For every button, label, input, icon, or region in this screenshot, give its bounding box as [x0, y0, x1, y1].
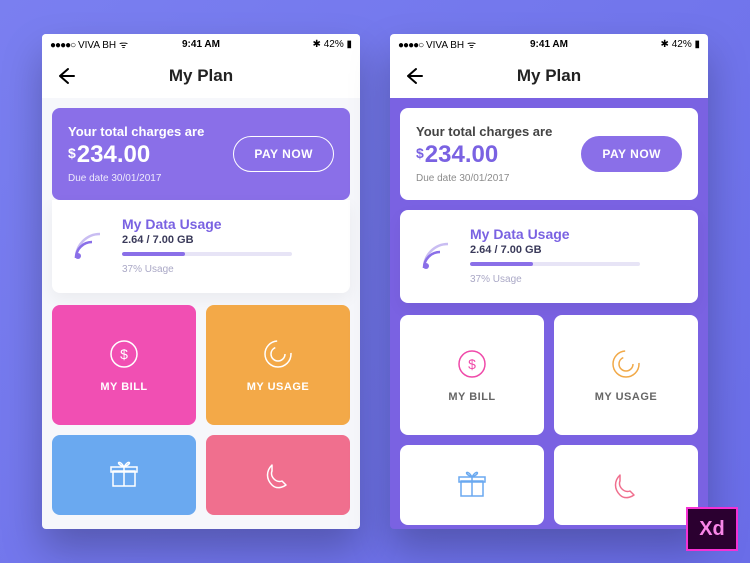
signal-icon — [68, 226, 108, 266]
tile-my-usage[interactable]: MY USAGE — [554, 315, 698, 435]
signal-icon — [416, 236, 456, 276]
tile-gift[interactable] — [52, 435, 196, 515]
tile-label: MY USAGE — [247, 381, 309, 393]
usage-title: My Data Usage — [122, 216, 292, 232]
dollar-circle-icon: $ — [107, 337, 141, 371]
arrow-left-icon — [56, 66, 76, 86]
data-usage-card: My Data Usage 2.64 / 7.00 GB 37% Usage — [400, 210, 698, 303]
tile-grid: $ MY BILL MY USAGE — [400, 315, 698, 525]
adobe-xd-badge: Xd — [686, 507, 738, 551]
status-bar: ●●●●○ VIVA BH ᯤ 9:41 AM ✱ 42% ▮ — [390, 34, 708, 54]
back-button[interactable] — [56, 66, 76, 91]
tile-my-bill[interactable]: $ MY BILL — [400, 315, 544, 435]
usage-circle-icon — [609, 347, 643, 381]
phone-icon — [260, 457, 296, 493]
page-title: My Plan — [42, 66, 360, 86]
dollar-circle-icon: $ — [455, 347, 489, 381]
usage-values: 2.64 / 7.00 GB — [470, 244, 640, 256]
svg-text:$: $ — [468, 356, 476, 372]
pay-now-button[interactable]: PAY NOW — [581, 136, 682, 172]
nav-bar: My Plan — [390, 54, 708, 98]
charges-due: Due date 30/01/2017 — [68, 173, 204, 184]
tile-my-usage[interactable]: MY USAGE — [206, 305, 350, 425]
charges-due: Due date 30/01/2017 — [416, 173, 552, 184]
phone-icon — [608, 467, 644, 503]
tile-gift[interactable] — [400, 445, 544, 525]
usage-percent: 37% Usage — [122, 264, 292, 275]
charges-amount: $234.00 — [68, 141, 204, 169]
nav-bar: My Plan — [42, 54, 360, 98]
charges-card: Your total charges are $234.00 Due date … — [400, 108, 698, 200]
page-title: My Plan — [390, 66, 708, 86]
charges-label: Your total charges are — [68, 124, 204, 139]
usage-values: 2.64 / 7.00 GB — [122, 234, 292, 246]
tile-label: MY BILL — [100, 381, 147, 393]
status-time: 9:41 AM — [42, 39, 360, 50]
gift-icon — [106, 457, 142, 493]
tile-call[interactable] — [206, 435, 350, 515]
usage-title: My Data Usage — [470, 226, 640, 242]
charges-label: Your total charges are — [416, 124, 552, 139]
status-bar: ●●●●○ VIVA BH ᯤ 9:41 AM ✱ 42% ▮ — [42, 34, 360, 54]
gift-icon — [454, 467, 490, 503]
usage-percent: 37% Usage — [470, 274, 640, 285]
usage-circle-icon — [261, 337, 295, 371]
charges-amount: $234.00 — [416, 141, 552, 169]
svg-text:$: $ — [120, 346, 128, 362]
tile-label: MY USAGE — [595, 391, 657, 403]
pay-now-button[interactable]: PAY NOW — [233, 136, 334, 172]
tile-label: MY BILL — [448, 391, 495, 403]
phone-variant-b: ●●●●○ VIVA BH ᯤ 9:41 AM ✱ 42% ▮ My Plan … — [390, 34, 708, 529]
arrow-left-icon — [404, 66, 424, 86]
status-time: 9:41 AM — [390, 39, 708, 50]
data-usage-card: My Data Usage 2.64 / 7.00 GB 37% Usage — [52, 200, 350, 293]
tile-grid: $ MY BILL MY USAGE — [52, 305, 350, 515]
usage-bar — [122, 252, 292, 256]
charges-card: Your total charges are $234.00 Due date … — [52, 108, 350, 200]
tile-my-bill[interactable]: $ MY BILL — [52, 305, 196, 425]
phone-variant-a: ●●●●○ VIVA BH ᯤ 9:41 AM ✱ 42% ▮ My Plan … — [42, 34, 360, 529]
tile-call[interactable] — [554, 445, 698, 525]
usage-bar — [470, 262, 640, 266]
back-button[interactable] — [404, 66, 424, 91]
